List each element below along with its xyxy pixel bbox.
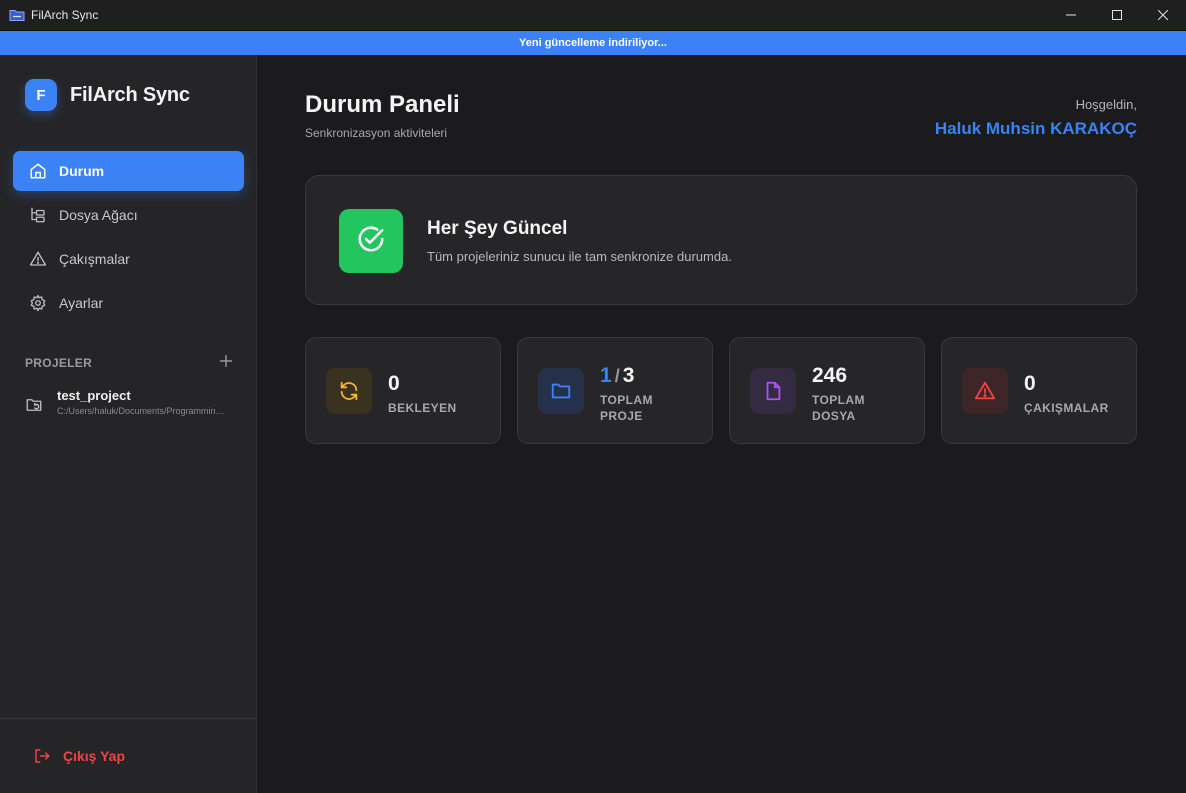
refresh-icon [326,368,372,414]
brand-name: FilArch Sync [70,83,190,106]
file-icon [750,368,796,414]
stat-value: 0 [388,372,400,395]
gear-icon [29,294,47,312]
logout-button[interactable]: Çıkış Yap [0,718,256,793]
page-title: Durum Paneli [305,91,460,118]
sidebar-item-label: Durum [59,163,105,179]
stat-label-line: DOSYA [812,409,856,423]
stat-label-line: PROJE [600,409,643,423]
update-banner: Yeni güncelleme indiriliyor... [0,31,1186,55]
sidebar-item-ayarlar[interactable]: Ayarlar [13,283,244,323]
home-icon [29,162,47,180]
plus-icon[interactable] [220,355,232,370]
status-description: Tüm projeleriniz sunucu ile tam senkroni… [427,249,732,264]
projects-header: PROJELER [25,355,232,370]
title-bar[interactable]: FilArch Sync [0,0,1186,31]
warning-icon [962,368,1008,414]
sidebar-item-label: Ayarlar [59,295,104,311]
stat-card-projects: 1/3 TOPLAM PROJE [517,337,713,444]
stat-card-conflicts: 0 ÇAKIŞMALAR [941,337,1137,444]
user-name: Haluk Muhsin KARAKOÇ [934,119,1137,138]
close-icon [1157,7,1169,25]
welcome-text: Hoşgeldin, [1075,97,1137,112]
window-title: FilArch Sync [31,8,99,22]
minimize-icon [1066,7,1076,25]
stat-label-line: TOPLAM [600,393,653,407]
check-circle-icon [356,224,386,259]
status-card: Her Şey Güncel Tüm projeleriniz sunucu i… [305,175,1137,305]
minimize-button[interactable] [1048,0,1094,31]
stat-value: 0 [1024,372,1036,395]
folder-icon [538,368,584,414]
close-button[interactable] [1140,0,1186,31]
stat-value: 1/3 [600,364,634,388]
stat-label: BEKLEYEN [388,401,457,415]
stat-label: TOPLAM DOSYA [812,392,865,424]
sidebar-item-label: Çakışmalar [59,251,130,267]
warning-icon [29,250,47,268]
sidebar: F FilArch Sync Durum Dosya Ağacı Çakışma… [0,55,257,793]
sidebar-item-label: Dosya Ağacı [59,207,138,223]
stat-label-line: TOPLAM [812,393,865,407]
status-title: Her Şey Güncel [427,218,568,239]
sidebar-item-dosya-agaci[interactable]: Dosya Ağacı [13,195,244,235]
app-window: FilArch Sync Yeni güncelleme indiriliyor… [0,0,1186,793]
folder-sync-icon [9,8,25,22]
stat-card-pending: 0 BEKLEYEN [305,337,501,444]
project-name: test_project [57,388,131,403]
stat-card-files: 246 TOPLAM DOSYA [729,337,925,444]
stat-label: TOPLAM PROJE [600,392,653,424]
sidebar-item-cakismalar[interactable]: Çakışmalar [13,239,244,279]
projects-heading: PROJELER [25,355,93,370]
status-icon-box [339,209,403,273]
update-banner-text: Yeni güncelleme indiriliyor... [519,37,667,49]
project-path: C:/Users/haluk/Documents/Programming/tes… [57,406,229,416]
stat-value: 246 [812,364,848,387]
window-controls [1048,0,1186,31]
sidebar-nav: Durum Dosya Ağacı Çakışmalar Ayarlar [13,151,244,327]
page-subtitle: Senkronizasyon aktiviteleri [305,126,448,140]
logout-icon [33,747,51,765]
folder-sync-icon [25,396,45,416]
project-item[interactable]: test_project C:/Users/haluk/Documents/Pr… [25,388,235,416]
stat-separator: / [614,366,620,386]
maximize-icon [1112,7,1122,25]
file-tree-icon [29,206,47,224]
stat-label: ÇAKIŞMALAR [1024,401,1109,415]
maximize-button[interactable] [1094,0,1140,31]
sidebar-item-durum[interactable]: Durum [13,151,244,191]
main-content: Durum Paneli Senkronizasyon aktiviteleri… [257,55,1186,793]
brand-logo: F [25,79,57,111]
stat-current-value: 1 [600,364,612,387]
stats-row: 0 BEKLEYEN 1/3 TOPLAM PROJE 246 TOPLAM DOS… [305,337,1137,444]
logout-label: Çıkış Yap [63,748,126,764]
stat-total-value: 3 [622,364,635,387]
brand: F FilArch Sync [25,79,190,111]
